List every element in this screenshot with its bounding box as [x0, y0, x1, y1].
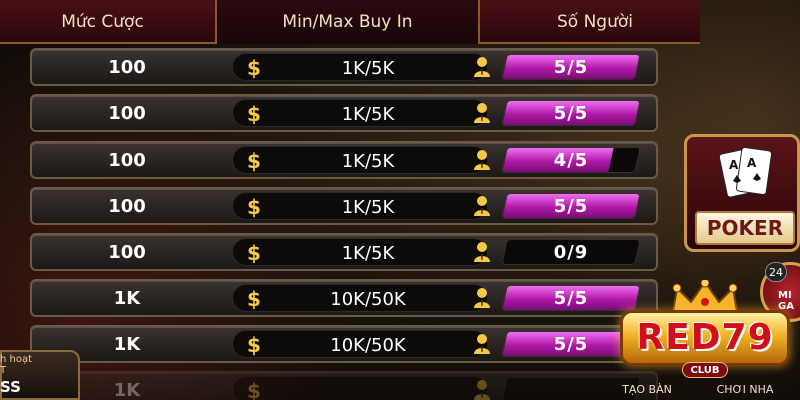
player-count-text: 5/5: [553, 195, 589, 217]
table-row[interactable]: 1K $10K/50K 5/5: [30, 325, 658, 363]
dollar-icon: $: [247, 379, 261, 400]
row-buyin: 1K/5K: [341, 150, 395, 172]
row-buyin-box: $10K/50K: [232, 330, 488, 358]
table-row[interactable]: 1K $: [30, 371, 658, 400]
row-buyin: 1K/5K: [341, 242, 395, 264]
row-buyin-box: $: [232, 376, 488, 400]
playing-cards-icon: A A: [718, 147, 773, 198]
player-icon: [474, 334, 490, 354]
player-icon: [474, 242, 490, 262]
row-bet: 1K: [113, 287, 141, 309]
event-panel-value: SS: [0, 378, 21, 396]
dollar-icon: $: [247, 287, 261, 311]
row-buyin: 1K/5K: [341, 103, 395, 125]
red79-logo: RED79 CLUB: [612, 280, 797, 390]
header-players-label: Số Người: [556, 12, 633, 32]
row-bet: 100: [108, 195, 146, 217]
play-now-button[interactable]: CHƠI NHA: [700, 378, 790, 400]
dollar-icon: $: [247, 333, 261, 357]
event-panel-title-line2: T: [0, 365, 7, 376]
row-buyin: 1K/5K: [341, 57, 395, 79]
dollar-icon: $: [247, 56, 261, 80]
row-buyin: 10K/50K: [330, 288, 406, 310]
table-header: Mức Cược Min/Max Buy In Số Người: [0, 0, 700, 44]
row-bet: 100: [108, 56, 146, 78]
player-count-text: 5/5: [553, 56, 589, 78]
table-row[interactable]: 100 $1K/5K 5/5: [30, 187, 658, 225]
dollar-icon: $: [247, 241, 261, 265]
table-row[interactable]: 100 $1K/5K 0/9: [30, 233, 658, 271]
mini-game-badge: 24: [765, 262, 787, 282]
row-buyin-box: $1K/5K: [232, 238, 488, 266]
header-buyin-label: Min/Max Buy In: [215, 0, 480, 44]
player-icon: [474, 150, 490, 170]
table-row[interactable]: 100 $1K/5K 5/5: [30, 48, 658, 86]
dollar-icon: $: [247, 195, 261, 219]
table-row[interactable]: 1K $10K/50K 5/5: [30, 279, 658, 317]
row-buyin: 10K/50K: [330, 334, 406, 356]
player-count-text: 0/9: [553, 241, 589, 263]
player-icon: [474, 288, 490, 308]
player-icon: [474, 196, 490, 216]
player-icon: [474, 57, 490, 77]
header-bet-label: Mức Cược: [61, 12, 144, 32]
logo-sub: CLUB: [682, 362, 728, 378]
table-row[interactable]: 100 $1K/5K 4/5: [30, 141, 658, 179]
row-buyin-box: $1K/5K: [232, 146, 488, 174]
dollar-icon: $: [247, 149, 261, 173]
row-bet: 100: [108, 149, 146, 171]
player-count-text: 4/5: [553, 149, 589, 171]
row-bet: 100: [108, 102, 146, 124]
event-panel-title: h hoạt T: [0, 354, 80, 376]
logo-text: RED79: [636, 316, 774, 358]
table-row[interactable]: 100 $1K/5K 5/5: [30, 94, 658, 132]
poker-label: POKER: [695, 211, 795, 245]
row-buyin-box: $10K/50K: [232, 284, 488, 312]
row-bet: 100: [108, 241, 146, 263]
dollar-icon: $: [247, 102, 261, 126]
player-icon: [474, 103, 490, 123]
create-table-button[interactable]: TẠO BÀN: [612, 378, 682, 400]
row-buyin: [293, 377, 443, 400]
poker-game-card[interactable]: A A POKER: [684, 134, 800, 252]
row-buyin: 1K/5K: [341, 196, 395, 218]
svg-text:A: A: [729, 158, 739, 172]
row-buyin-box: $1K/5K: [232, 53, 488, 81]
svg-text:A: A: [747, 156, 757, 170]
row-buyin-box: $1K/5K: [232, 192, 488, 220]
player-icon: [474, 380, 490, 400]
player-count-text: 5/5: [553, 102, 589, 124]
event-panel-title-line1: h hoạt: [0, 354, 33, 365]
row-buyin-box: $1K/5K: [232, 99, 488, 127]
